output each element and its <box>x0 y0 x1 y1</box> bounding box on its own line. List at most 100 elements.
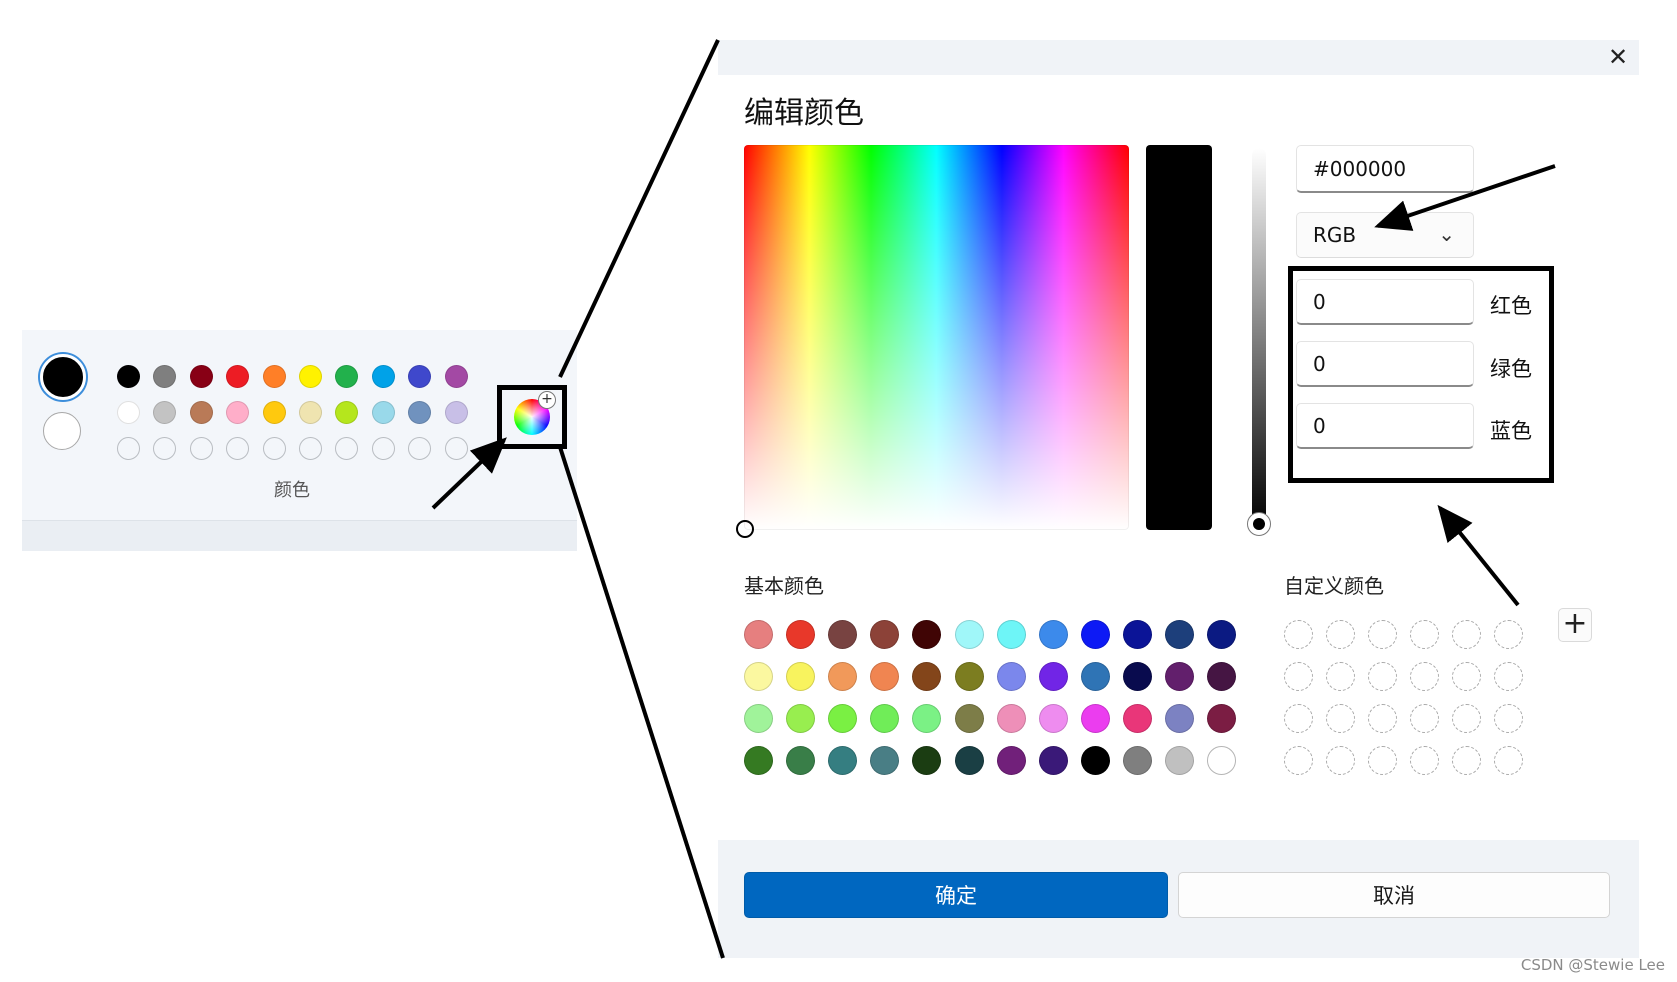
palette-empty-slot[interactable] <box>371 436 395 460</box>
basic-color-swatch[interactable] <box>744 746 773 775</box>
basic-color-swatch[interactable] <box>1122 620 1152 649</box>
basic-color-swatch[interactable] <box>744 662 773 691</box>
palette-swatch[interactable] <box>298 400 322 424</box>
edit-colors-button[interactable]: + <box>497 385 567 449</box>
basic-color-swatch[interactable] <box>870 704 900 733</box>
palette-swatch[interactable] <box>226 400 250 424</box>
palette-swatch[interactable] <box>444 400 468 424</box>
basic-color-swatch[interactable] <box>954 662 984 691</box>
basic-color-swatch[interactable] <box>828 746 858 775</box>
spectrum-handle[interactable] <box>736 520 754 538</box>
basic-color-swatch[interactable] <box>786 662 816 691</box>
basic-color-swatch[interactable] <box>1080 662 1110 691</box>
basic-color-swatch[interactable] <box>1080 704 1110 733</box>
custom-color-slot[interactable] <box>1326 746 1355 775</box>
add-custom-color-button[interactable]: + <box>1558 608 1592 642</box>
palette-empty-slot[interactable] <box>117 436 140 460</box>
basic-color-swatch[interactable] <box>786 620 816 649</box>
palette-empty-slot[interactable] <box>298 436 322 460</box>
basic-color-swatch[interactable] <box>996 746 1026 775</box>
basic-color-swatch[interactable] <box>828 704 858 733</box>
basic-color-swatch[interactable] <box>996 620 1026 649</box>
basic-color-swatch[interactable] <box>1038 620 1068 649</box>
basic-color-swatch[interactable] <box>912 704 942 733</box>
basic-color-swatch[interactable] <box>912 620 942 649</box>
basic-color-swatch[interactable] <box>1207 704 1237 733</box>
basic-color-swatch[interactable] <box>786 746 816 775</box>
custom-color-slot[interactable] <box>1326 620 1355 649</box>
basic-color-swatch[interactable] <box>1165 746 1194 775</box>
palette-swatch[interactable] <box>189 364 213 388</box>
basic-color-swatch[interactable] <box>912 662 942 691</box>
basic-color-swatch[interactable] <box>912 746 942 775</box>
basic-color-swatch[interactable] <box>1165 704 1194 733</box>
custom-color-slot[interactable] <box>1494 704 1523 733</box>
palette-swatch[interactable] <box>335 364 359 388</box>
color-2-current[interactable] <box>43 412 81 450</box>
color-1-current[interactable] <box>40 354 86 400</box>
palette-swatch[interactable] <box>371 400 395 424</box>
basic-color-swatch[interactable] <box>870 746 900 775</box>
palette-empty-slot[interactable] <box>262 436 286 460</box>
palette-swatch[interactable] <box>189 400 213 424</box>
palette-empty-slot[interactable] <box>189 436 213 460</box>
custom-color-slot[interactable] <box>1326 662 1355 691</box>
cancel-button[interactable]: 取消 <box>1178 872 1610 918</box>
value-slider-thumb[interactable] <box>1247 512 1271 536</box>
color-mode-select[interactable]: RGB ⌄ <box>1296 212 1474 258</box>
custom-color-slot[interactable] <box>1410 746 1439 775</box>
hex-input[interactable] <box>1296 145 1474 193</box>
custom-color-slot[interactable] <box>1368 704 1397 733</box>
basic-color-swatch[interactable] <box>954 746 984 775</box>
custom-color-slot[interactable] <box>1410 704 1439 733</box>
custom-color-slot[interactable] <box>1410 662 1439 691</box>
basic-color-swatch[interactable] <box>1207 746 1237 775</box>
palette-swatch[interactable] <box>444 364 468 388</box>
basic-color-swatch[interactable] <box>1122 662 1152 691</box>
custom-color-slot[interactable] <box>1452 662 1481 691</box>
palette-swatch[interactable] <box>262 400 286 424</box>
close-icon[interactable]: ✕ <box>1603 42 1633 72</box>
palette-swatch[interactable] <box>408 400 432 424</box>
custom-color-slot[interactable] <box>1452 620 1481 649</box>
basic-color-swatch[interactable] <box>1165 662 1194 691</box>
palette-empty-slot[interactable] <box>226 436 250 460</box>
value-slider[interactable] <box>1247 148 1271 536</box>
basic-color-swatch[interactable] <box>1080 620 1110 649</box>
custom-color-slot[interactable] <box>1284 704 1313 733</box>
custom-color-slot[interactable] <box>1284 746 1313 775</box>
palette-swatch[interactable] <box>117 400 140 424</box>
custom-color-slot[interactable] <box>1284 662 1313 691</box>
basic-color-swatch[interactable] <box>828 662 858 691</box>
ok-button[interactable]: 确定 <box>744 872 1168 918</box>
palette-swatch[interactable] <box>298 364 322 388</box>
basic-color-swatch[interactable] <box>870 662 900 691</box>
custom-color-slot[interactable] <box>1494 662 1523 691</box>
basic-color-swatch[interactable] <box>1038 662 1068 691</box>
custom-color-slot[interactable] <box>1494 620 1523 649</box>
palette-empty-slot[interactable] <box>444 436 468 460</box>
custom-color-slot[interactable] <box>1368 746 1397 775</box>
basic-color-swatch[interactable] <box>1207 662 1237 691</box>
basic-color-swatch[interactable] <box>954 704 984 733</box>
custom-color-slot[interactable] <box>1368 662 1397 691</box>
basic-color-swatch[interactable] <box>1038 746 1068 775</box>
palette-swatch[interactable] <box>371 364 395 388</box>
custom-color-slot[interactable] <box>1326 704 1355 733</box>
basic-color-swatch[interactable] <box>1122 704 1152 733</box>
basic-color-swatch[interactable] <box>744 704 773 733</box>
palette-empty-slot[interactable] <box>408 436 432 460</box>
palette-swatch[interactable] <box>408 364 432 388</box>
custom-color-slot[interactable] <box>1452 704 1481 733</box>
palette-swatch[interactable] <box>262 364 286 388</box>
basic-color-swatch[interactable] <box>996 704 1026 733</box>
color-spectrum[interactable] <box>736 145 1129 538</box>
basic-color-swatch[interactable] <box>1080 746 1110 775</box>
custom-color-slot[interactable] <box>1410 620 1439 649</box>
palette-swatch[interactable] <box>153 400 177 424</box>
palette-swatch[interactable] <box>117 364 140 388</box>
palette-empty-slot[interactable] <box>153 436 177 460</box>
palette-swatch[interactable] <box>226 364 250 388</box>
palette-empty-slot[interactable] <box>335 436 359 460</box>
basic-color-swatch[interactable] <box>1165 620 1194 649</box>
